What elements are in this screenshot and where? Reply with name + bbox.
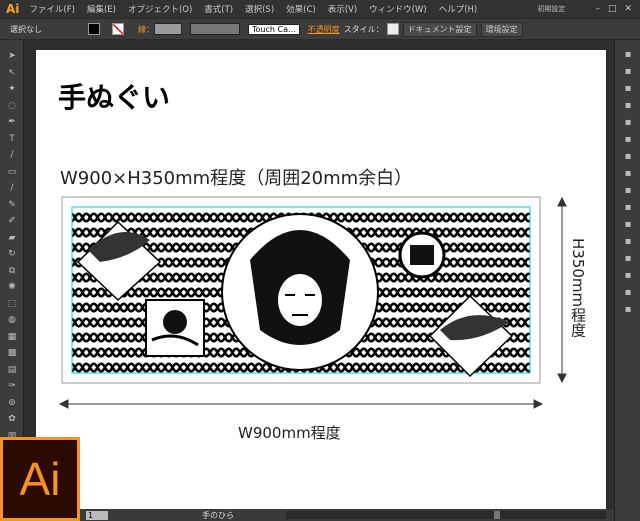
brushes-panel-icon[interactable]: ▪ [615, 97, 640, 114]
stroke-panel-icon[interactable]: ▪ [615, 182, 640, 199]
scroll-thumb[interactable] [494, 511, 500, 519]
illustrator-logo: Ai [0, 437, 80, 521]
logo-text: Ai [19, 453, 61, 505]
graphic-styles-panel-icon[interactable]: ▪ [615, 131, 640, 148]
color-panel-icon[interactable]: ▪ [615, 46, 640, 63]
appearance-panel-icon[interactable]: ▪ [615, 148, 640, 165]
color-guide-panel-icon[interactable]: ▪ [615, 63, 640, 80]
right-panel-dock: ▪ ▪ ▪ ▪ ▪ ▪ ▪ ▪ ▪ ▪ ▪ ▪ ▪ ▪ ▪ ▪ [614, 40, 640, 521]
links-panel-icon[interactable]: ▪ [615, 267, 640, 284]
height-arrow [557, 196, 567, 384]
width-label: W900mm程度 [238, 424, 341, 442]
current-tool-status: 手のひら [202, 510, 234, 520]
horizontal-scrollbar[interactable] [286, 511, 606, 519]
width-arrow [58, 399, 544, 409]
align-panel-icon[interactable]: ▪ [615, 233, 640, 250]
swatches-panel-icon[interactable]: ▪ [615, 80, 640, 97]
vertical-scrollbar[interactable] [606, 40, 614, 510]
gradient-panel-icon[interactable]: ▪ [615, 199, 640, 216]
artboards-panel-icon[interactable]: ▪ [615, 284, 640, 301]
height-label: H350mm程度 [569, 238, 587, 338]
layers-panel-icon[interactable]: ▪ [615, 165, 640, 182]
status-bar: 1 手のひら [80, 509, 614, 521]
symbols-panel-icon[interactable]: ▪ [615, 114, 640, 131]
artboard-number-input[interactable]: 1 [86, 510, 108, 520]
pathfinder-panel-icon[interactable]: ▪ [615, 250, 640, 267]
transparency-panel-icon[interactable]: ▪ [615, 216, 640, 233]
navigator-panel-icon[interactable]: ▪ [615, 301, 640, 318]
